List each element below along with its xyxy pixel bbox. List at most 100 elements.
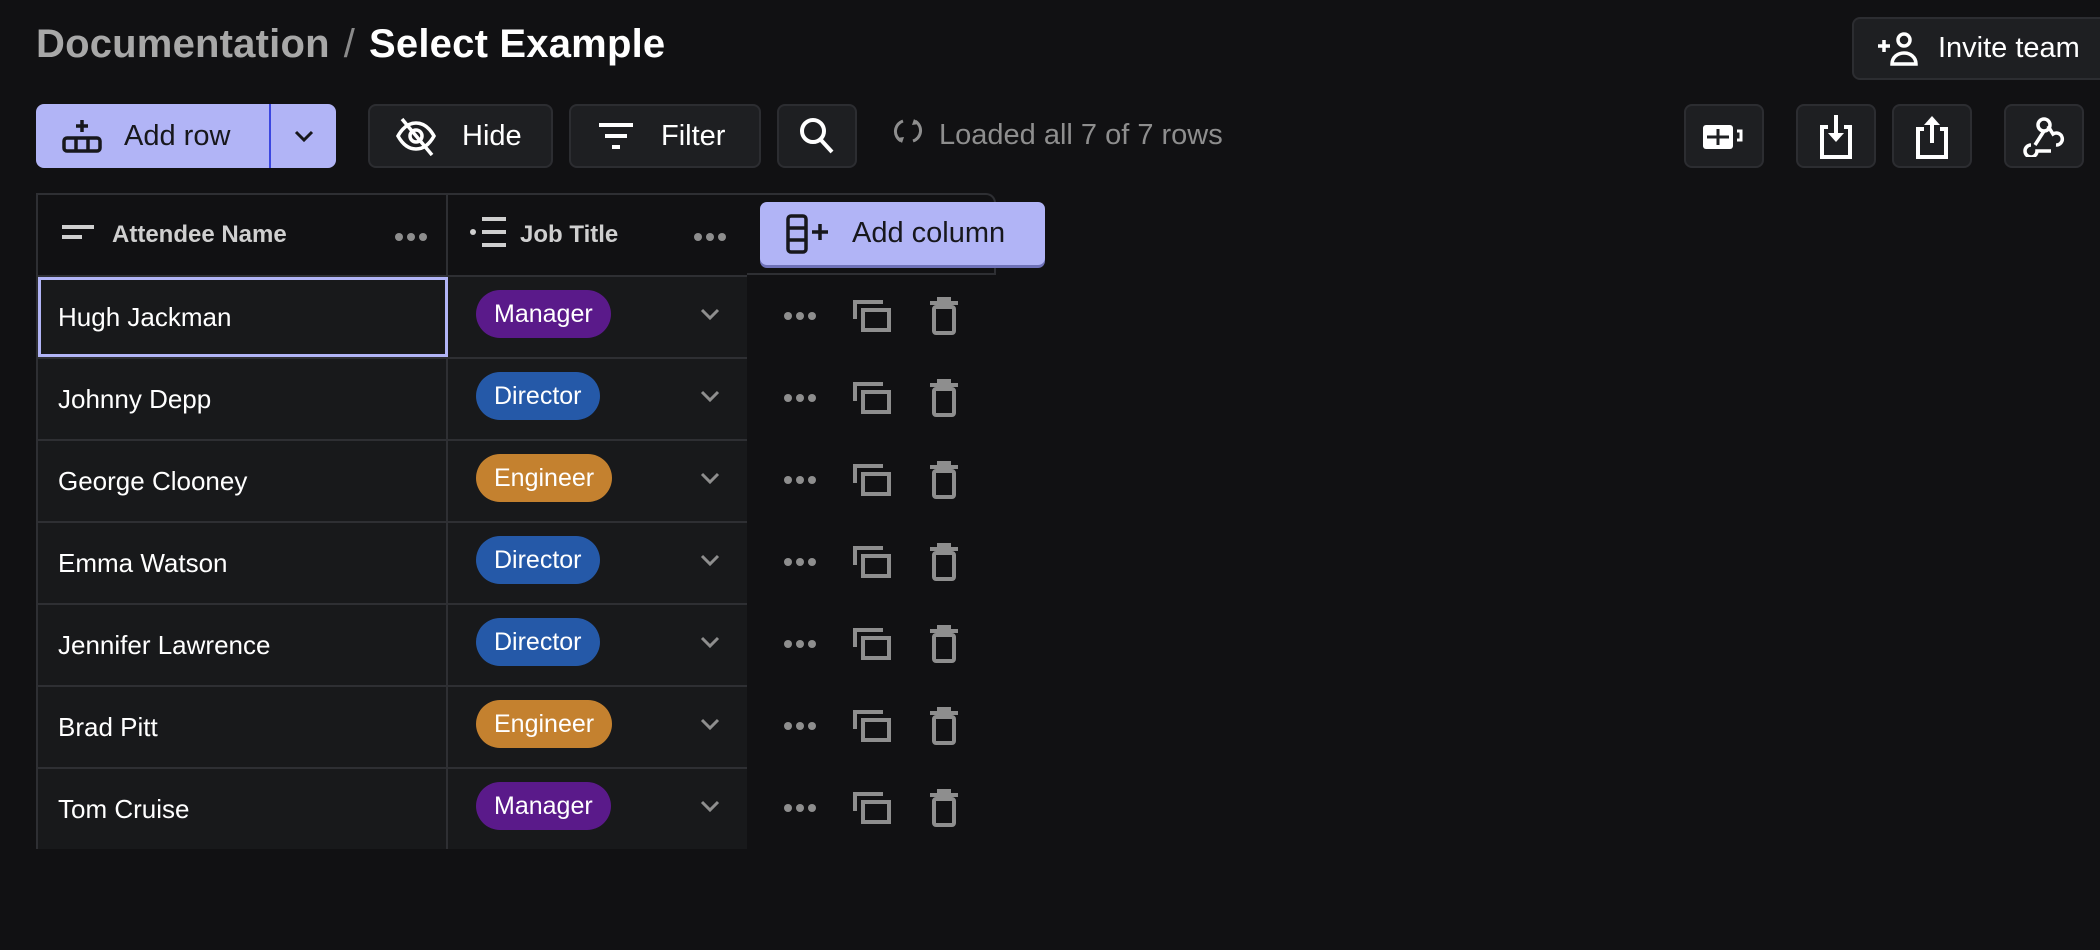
delete-row-icon[interactable] [929, 275, 959, 357]
column-menu-icon[interactable] [394, 221, 428, 249]
table-row: Hugh Jackman Manager [38, 275, 747, 357]
add-row-label: Add row [124, 119, 231, 152]
row-menu-icon[interactable] [783, 275, 817, 357]
job-title-cell[interactable]: Director [448, 605, 747, 685]
add-row-button[interactable]: Add row [36, 104, 271, 168]
add-row-icon [62, 118, 102, 154]
attendee-name: Johnny Depp [58, 383, 212, 414]
chevron-down-icon[interactable] [699, 471, 721, 490]
sync-icon [893, 116, 923, 154]
row-menu-icon[interactable] [783, 767, 817, 849]
row-menu-icon[interactable] [783, 439, 817, 521]
add-person-icon [1876, 31, 1922, 67]
breadcrumb-parent[interactable]: Documentation [36, 22, 330, 66]
webhook-button[interactable] [2004, 104, 2084, 168]
breadcrumb: Documentation / Select Example [36, 22, 665, 67]
job-title-badge: Manager [476, 290, 611, 338]
add-row-split-button: Add row [36, 104, 336, 168]
delete-row-icon[interactable] [929, 603, 959, 685]
export-button[interactable] [1892, 104, 1972, 168]
duplicate-row-icon[interactable] [853, 685, 891, 767]
delete-row-icon[interactable] [929, 685, 959, 767]
hide-label: Hide [462, 119, 522, 152]
attendee-name-cell[interactable]: Brad Pitt [38, 687, 448, 767]
job-title-badge: Director [476, 372, 600, 420]
search-icon [798, 116, 836, 156]
filter-icon [597, 121, 635, 151]
attendee-name-cell[interactable]: Hugh Jackman [38, 277, 448, 357]
job-title-cell[interactable]: Engineer [448, 687, 747, 767]
job-title-badge: Director [476, 618, 600, 666]
row-menu-icon[interactable] [783, 603, 817, 685]
delete-row-icon[interactable] [929, 767, 959, 849]
column-header-label: Job Title [520, 221, 619, 248]
attendee-name: George Clooney [58, 465, 248, 496]
job-title-cell[interactable]: Director [448, 523, 747, 603]
table-row: Jennifer Lawrence Director [38, 603, 747, 685]
row-menu-icon[interactable] [783, 685, 817, 767]
invite-team-button[interactable]: Invite team [1852, 17, 2100, 80]
job-title-cell[interactable]: Director [448, 359, 747, 439]
attendee-name: Tom Cruise [58, 793, 190, 824]
text-field-icon [62, 221, 94, 249]
attendee-name: Hugh Jackman [58, 301, 232, 332]
table-layout-button[interactable] [1684, 104, 1764, 168]
chevron-down-icon[interactable] [699, 553, 721, 572]
duplicate-row-icon[interactable] [853, 603, 891, 685]
add-column-button[interactable]: Add column [760, 202, 1045, 265]
export-icon [1914, 113, 1950, 159]
job-title-badge: Director [476, 536, 600, 584]
attendee-name-cell[interactable]: Emma Watson [38, 523, 448, 603]
chevron-down-icon[interactable] [699, 799, 721, 818]
chevron-down-icon[interactable] [699, 307, 721, 326]
chevron-down-icon[interactable] [699, 717, 721, 736]
delete-row-icon[interactable] [929, 357, 959, 439]
duplicate-row-icon[interactable] [853, 275, 891, 357]
delete-row-icon[interactable] [929, 439, 959, 521]
attendee-name-cell[interactable]: George Clooney [38, 441, 448, 521]
invite-team-label: Invite team [1938, 32, 2080, 64]
table-layout-icon [1701, 121, 1747, 151]
chevron-down-icon[interactable] [699, 635, 721, 654]
search-button[interactable] [777, 104, 857, 168]
column-menu-icon[interactable] [693, 221, 727, 249]
eye-off-icon [394, 116, 438, 156]
chevron-down-icon [293, 129, 315, 143]
duplicate-row-icon[interactable] [853, 521, 891, 603]
duplicate-row-icon[interactable] [853, 357, 891, 439]
column-header-job-title[interactable]: Job Title [448, 195, 747, 275]
delete-row-icon[interactable] [929, 521, 959, 603]
attendee-name: Emma Watson [58, 547, 228, 578]
import-icon [1818, 113, 1854, 159]
webhook-icon [2023, 115, 2065, 157]
job-title-badge: Engineer [476, 700, 613, 748]
table-row: George Clooney Engineer [38, 439, 747, 521]
column-header-attendee-name[interactable]: Attendee Name [38, 195, 448, 275]
job-title-cell[interactable]: Engineer [448, 441, 747, 521]
status-text: Loaded all 7 of 7 rows [939, 118, 1223, 151]
table-row: Emma Watson Director [38, 521, 747, 603]
attendee-name-cell[interactable]: Johnny Depp [38, 359, 448, 439]
table-row: Brad Pitt Engineer [38, 685, 747, 767]
filter-label: Filter [661, 119, 726, 152]
row-menu-icon[interactable] [783, 521, 817, 603]
duplicate-row-icon[interactable] [853, 767, 891, 849]
attendee-name-cell[interactable]: Tom Cruise [38, 769, 448, 849]
row-menu-icon[interactable] [783, 357, 817, 439]
hide-button[interactable]: Hide [368, 104, 553, 168]
table-row: Tom Cruise Manager [38, 767, 747, 849]
column-header-label: Attendee Name [112, 221, 287, 248]
add-column-icon [786, 213, 832, 254]
filter-button[interactable]: Filter [569, 104, 761, 168]
job-title-cell[interactable]: Manager [448, 277, 747, 357]
duplicate-row-icon[interactable] [853, 439, 891, 521]
load-status: Loaded all 7 of 7 rows [893, 116, 1223, 154]
attendee-name-cell[interactable]: Jennifer Lawrence [38, 605, 448, 685]
table-row: Johnny Depp Director [38, 357, 747, 439]
chevron-down-icon[interactable] [699, 389, 721, 408]
job-title-cell[interactable]: Manager [448, 769, 747, 849]
import-button[interactable] [1796, 104, 1876, 168]
add-row-dropdown-button[interactable] [271, 104, 336, 168]
job-title-badge: Manager [476, 782, 611, 830]
data-table: Attendee Name Job Title Hugh Jackman Mana… [36, 193, 747, 849]
